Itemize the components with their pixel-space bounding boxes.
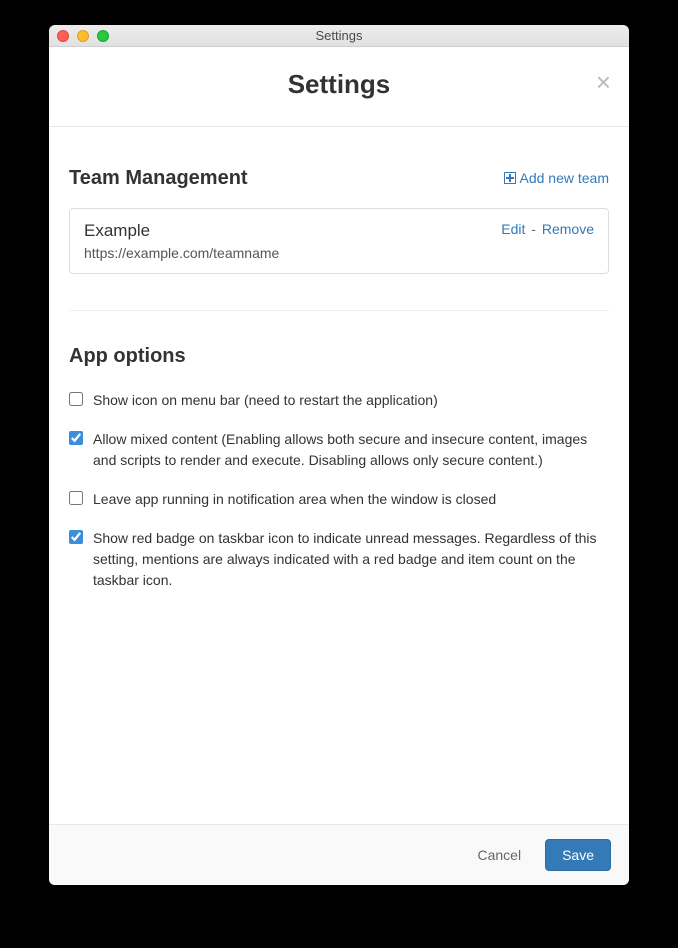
app-options-section: App options Show icon on menu bar (need … bbox=[69, 345, 609, 591]
option-label: Leave app running in notification area w… bbox=[93, 489, 496, 510]
option-show-red-badge[interactable]: Show red badge on taskbar icon to indica… bbox=[69, 528, 609, 591]
settings-window: Settings Settings × Team Management Add … bbox=[49, 25, 629, 885]
team-row: Example https://example.com/teamname Edi… bbox=[69, 208, 609, 274]
action-separator: - bbox=[527, 221, 539, 237]
option-show-menu-bar-icon[interactable]: Show icon on menu bar (need to restart t… bbox=[69, 390, 609, 411]
page-title: Settings bbox=[69, 69, 609, 100]
option-leave-running[interactable]: Leave app running in notification area w… bbox=[69, 489, 609, 510]
zoom-window-button[interactable] bbox=[97, 30, 109, 42]
option-label: Allow mixed content (Enabling allows bot… bbox=[93, 429, 609, 471]
team-name: Example bbox=[84, 221, 279, 241]
team-actions: Edit - Remove bbox=[501, 221, 594, 237]
add-new-team-label: Add new team bbox=[520, 170, 610, 186]
team-info: Example https://example.com/teamname bbox=[84, 221, 279, 261]
option-leave-running-checkbox[interactable] bbox=[69, 491, 83, 505]
close-icon[interactable]: × bbox=[596, 69, 611, 95]
team-url: https://example.com/teamname bbox=[84, 245, 279, 261]
remove-team-link[interactable]: Remove bbox=[542, 221, 594, 237]
option-label: Show red badge on taskbar icon to indica… bbox=[93, 528, 609, 591]
option-show-menu-bar-icon-checkbox[interactable] bbox=[69, 392, 83, 406]
option-allow-mixed-content[interactable]: Allow mixed content (Enabling allows bot… bbox=[69, 429, 609, 471]
section-divider bbox=[69, 310, 609, 311]
close-window-button[interactable] bbox=[57, 30, 69, 42]
add-new-team-link[interactable]: Add new team bbox=[504, 170, 610, 186]
option-show-red-badge-checkbox[interactable] bbox=[69, 530, 83, 544]
app-options-heading: App options bbox=[69, 345, 609, 368]
option-allow-mixed-content-checkbox[interactable] bbox=[69, 431, 83, 445]
save-button[interactable]: Save bbox=[545, 839, 611, 871]
team-management-heading: Team Management bbox=[69, 167, 248, 190]
titlebar: Settings bbox=[49, 25, 629, 47]
option-label: Show icon on menu bar (need to restart t… bbox=[93, 390, 438, 411]
team-management-header: Team Management Add new team bbox=[69, 167, 609, 190]
footer: Cancel Save bbox=[49, 824, 629, 885]
page-header: Settings × bbox=[49, 47, 629, 127]
window-controls bbox=[57, 30, 109, 42]
window-title: Settings bbox=[49, 28, 629, 43]
edit-team-link[interactable]: Edit bbox=[501, 221, 525, 237]
plus-square-icon bbox=[504, 172, 516, 184]
minimize-window-button[interactable] bbox=[77, 30, 89, 42]
content-area: Team Management Add new team Example htt… bbox=[49, 127, 629, 824]
cancel-button[interactable]: Cancel bbox=[463, 839, 535, 871]
